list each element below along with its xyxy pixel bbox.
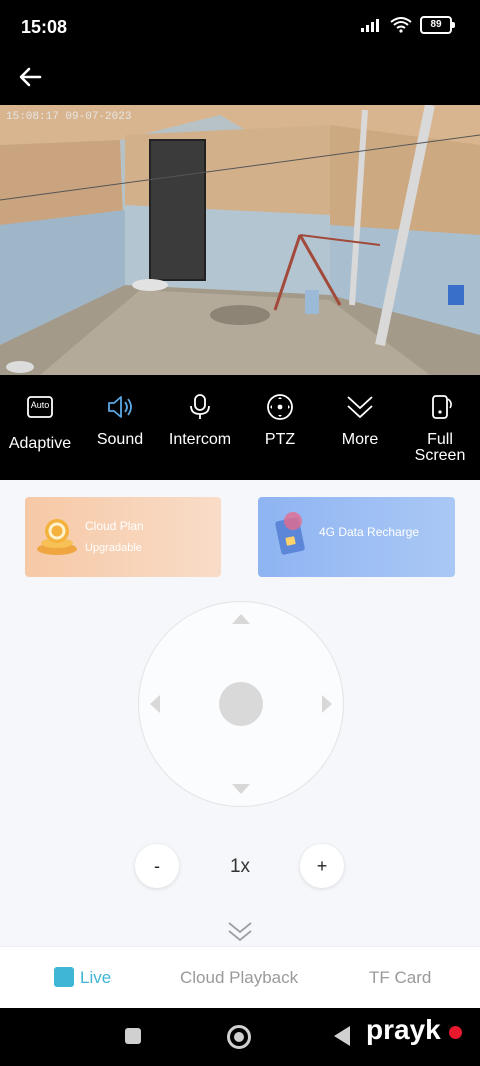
status-icons: 89 bbox=[360, 16, 455, 34]
watermark-dot bbox=[449, 1026, 462, 1039]
phone-rotate-icon bbox=[432, 395, 452, 419]
joystick-center-knob[interactable] bbox=[219, 682, 263, 726]
sim-card-icon bbox=[275, 512, 305, 555]
status-time: 15:08 bbox=[21, 17, 68, 37]
ptz-label: PTZ bbox=[264, 431, 296, 448]
control-bar: Auto Adaptive Sound Intercom PTZ More Fu… bbox=[0, 375, 480, 480]
sound-button[interactable]: Sound bbox=[80, 375, 160, 480]
bottom-tab-bar: Live Cloud Playback TF Card bbox=[0, 946, 480, 1009]
back-arrow-icon[interactable] bbox=[16, 63, 44, 91]
tab-tf-card[interactable]: TF Card bbox=[369, 947, 431, 1009]
wifi-icon bbox=[390, 17, 412, 33]
intercom-label: Intercom bbox=[168, 431, 232, 448]
data-recharge-banner[interactable]: 4G Data Recharge bbox=[258, 497, 455, 577]
sound-label: Sound bbox=[96, 431, 144, 448]
auto-badge-text: Auto bbox=[30, 400, 50, 410]
system-back-button[interactable] bbox=[334, 1026, 350, 1046]
cloud-plan-title: Cloud Plan bbox=[85, 519, 144, 533]
recents-button[interactable] bbox=[125, 1028, 141, 1044]
pan-down-arrow[interactable] bbox=[232, 784, 250, 794]
zoom-level: 1x bbox=[229, 856, 251, 877]
full-screen-label: Full Screen bbox=[400, 432, 480, 464]
tab-live-label: Live bbox=[80, 968, 112, 987]
zoom-in-button[interactable]: + bbox=[300, 844, 344, 888]
ptz-icon bbox=[267, 394, 293, 420]
cloud-plan-banner[interactable]: Cloud Plan Upgradable bbox=[25, 497, 221, 577]
status-bar: 15:08 89 bbox=[0, 0, 480, 55]
adaptive-quality-button[interactable]: Auto Adaptive bbox=[0, 375, 80, 480]
ptz-button[interactable]: PTZ bbox=[240, 375, 320, 480]
full-screen-label-line2: Screen bbox=[414, 447, 466, 464]
pan-up-arrow[interactable] bbox=[232, 614, 250, 624]
ptz-joystick[interactable] bbox=[138, 601, 344, 807]
full-screen-label-line1: Full bbox=[427, 431, 453, 448]
live-waveform-icon bbox=[54, 966, 74, 987]
camera-live-feed[interactable]: 15:08:17 09-07-2023 bbox=[0, 105, 480, 375]
signal-icon bbox=[361, 19, 379, 32]
microphone-icon bbox=[190, 394, 210, 419]
battery-indicator: 89 bbox=[420, 16, 455, 34]
camera-scene-image bbox=[0, 105, 480, 375]
cloud-plan-subtitle: Upgradable bbox=[85, 542, 142, 554]
tab-cloud-playback[interactable]: Cloud Playback bbox=[180, 947, 298, 1009]
cloud-coin-icon bbox=[37, 519, 77, 555]
watermark-logo: prayk bbox=[366, 1014, 441, 1045]
speaker-icon bbox=[108, 396, 132, 418]
double-chevron-down-icon bbox=[347, 396, 373, 419]
home-button[interactable] bbox=[227, 1025, 251, 1049]
video-timestamp: 15:08:17 09-07-2023 bbox=[6, 111, 132, 123]
data-recharge-title: 4G Data Recharge bbox=[319, 525, 420, 539]
more-label: More bbox=[341, 431, 379, 448]
pan-right-arrow[interactable] bbox=[322, 695, 332, 713]
zoom-out-button[interactable]: - bbox=[135, 844, 179, 888]
expand-chevron-icon[interactable] bbox=[226, 918, 254, 946]
intercom-button[interactable]: Intercom bbox=[160, 375, 240, 480]
adaptive-label: Adaptive bbox=[8, 435, 72, 452]
full-screen-button[interactable]: Full Screen bbox=[400, 375, 480, 480]
pan-left-arrow[interactable] bbox=[150, 695, 160, 713]
more-button[interactable]: More bbox=[320, 375, 400, 480]
header bbox=[0, 55, 480, 105]
tab-live[interactable]: Live bbox=[54, 947, 111, 1009]
